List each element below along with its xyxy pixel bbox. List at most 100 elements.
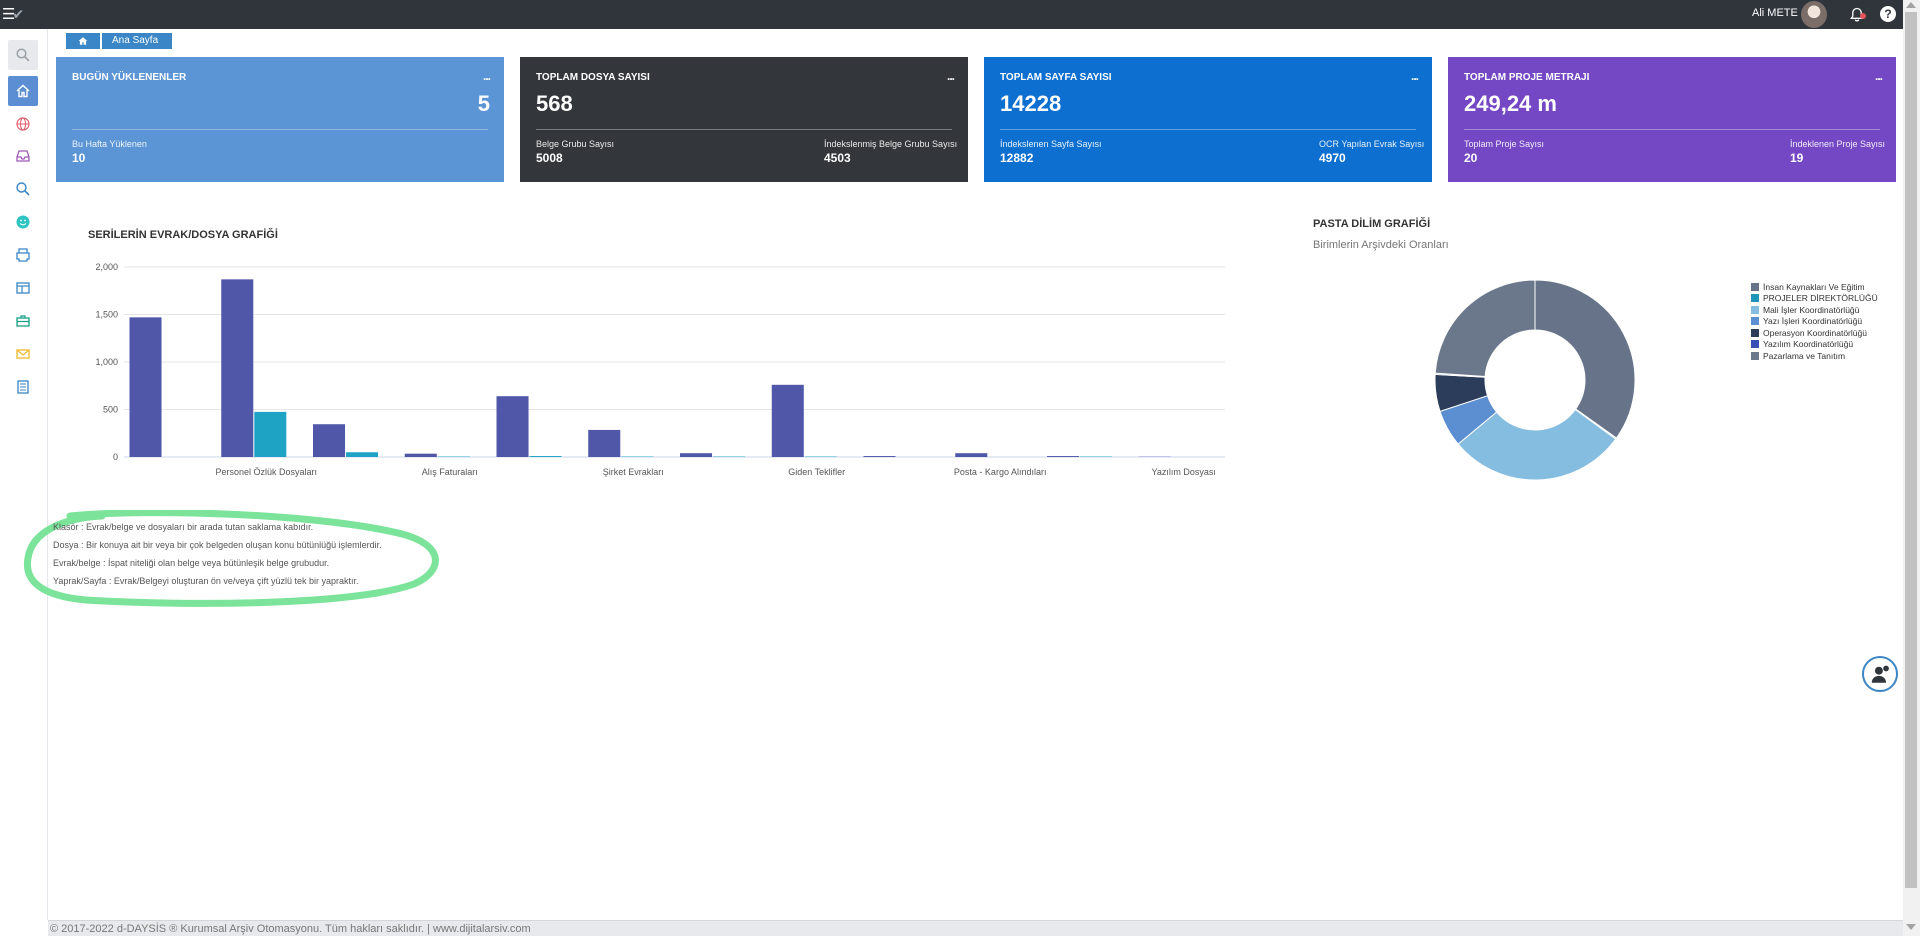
legend-item[interactable]: Pazarlama ve Tanıtım xyxy=(1751,350,1878,362)
bar[interactable] xyxy=(680,453,713,457)
bar[interactable] xyxy=(955,453,988,457)
card-sub-value: 10 xyxy=(72,151,86,165)
x-tick-label: Posta - Kargo Alındıları xyxy=(954,467,1047,477)
card-divider xyxy=(536,129,952,130)
card-divider xyxy=(72,129,488,130)
card-value: 249,24 m xyxy=(1464,91,1557,116)
sidebar-search-icon[interactable] xyxy=(8,40,38,70)
sidebar-list-icon[interactable] xyxy=(8,372,38,402)
sidebar-envelope-icon[interactable] xyxy=(8,339,38,369)
card-sub-label-right: İndekslenmiş Belge Grubu Sayısı xyxy=(824,139,958,149)
pie-chart-subtitle: Birimlerin Arşivdeki Oranları xyxy=(1313,239,1449,251)
legend-swatch xyxy=(1751,317,1759,326)
bar[interactable] xyxy=(254,411,287,457)
card-value: 14228 xyxy=(1000,91,1062,116)
legend-label: Yazı İşleri Koordinatörlüğü xyxy=(1763,316,1863,327)
legend-swatch xyxy=(1751,305,1759,314)
sidebar-printer-icon[interactable] xyxy=(8,240,38,270)
bar[interactable] xyxy=(346,452,379,457)
card-menu-button[interactable]: ... xyxy=(1875,69,1883,83)
legend-item[interactable]: Operasyon Koordinatörlüğü xyxy=(1751,327,1878,339)
user-avatar[interactable] xyxy=(1801,1,1827,28)
bar[interactable] xyxy=(496,396,529,457)
support-agent-icon xyxy=(1871,665,1889,683)
bar[interactable] xyxy=(771,384,804,457)
footer-copyright: © 2017-2022 d-DAYSİS ® Kurumsal Arşiv Ot… xyxy=(50,923,531,935)
sidebar-briefcase-icon[interactable] xyxy=(8,306,38,336)
card-divider xyxy=(1464,129,1880,130)
sidebar-smile-icon[interactable] xyxy=(8,207,38,237)
glossary-item: Yaprak/Sayfa : Evrak/Belgeyi oluşturan ö… xyxy=(53,576,359,586)
y-tick-label: 500 xyxy=(103,405,118,415)
notification-badge xyxy=(1860,13,1866,19)
card-menu-button[interactable]: ... xyxy=(1411,69,1419,83)
bar[interactable] xyxy=(221,279,254,457)
card-title: TOPLAM PROJE METRAJI xyxy=(1464,72,1590,83)
card-title: BUGÜN YÜKLENENLER xyxy=(72,72,187,83)
legend-item[interactable]: PROJELER DİREKTÖRLÜĞÜ xyxy=(1751,293,1878,305)
bar-chart: 0 500 1,000 1,500 2,000 Personel Özlük Dosyal… xyxy=(95,262,1225,477)
legend-item[interactable]: İnsan Kaynakları Ve Eğitim xyxy=(1751,281,1878,293)
card-title: TOPLAM SAYFA SAYISI xyxy=(1000,72,1112,83)
scroll-down-arrow[interactable] xyxy=(1906,924,1916,930)
legend-label: Operasyon Koordinatörlüğü xyxy=(1763,327,1867,338)
stat-card-today-uploads: BUGÜN YÜKLENENLER ... 5 Bu Hafta Yüklene… xyxy=(56,57,504,182)
legend-item[interactable]: Yazılım Koordinatörlüğü xyxy=(1751,339,1878,351)
pie-legend: İnsan Kaynakları Ve Eğitim PROJELER DİREK… xyxy=(1751,281,1878,362)
pie-slice[interactable] xyxy=(1534,279,1636,439)
legend-item[interactable]: Mali İşler Koordinatörlüğü xyxy=(1751,304,1878,316)
card-sub-value: 20 xyxy=(1464,151,1478,165)
y-tick-label: 0 xyxy=(113,452,118,462)
sidebar-inbox-icon[interactable] xyxy=(8,141,38,171)
breadcrumb-home-link[interactable] xyxy=(66,33,100,49)
legend-item[interactable]: Yazı İşleri Koordinatörlüğü xyxy=(1751,316,1878,328)
card-menu-button[interactable]: ... xyxy=(483,69,491,83)
bar[interactable] xyxy=(313,424,346,457)
sidebar-magnifier-icon[interactable] xyxy=(8,174,38,204)
card-value: 5 xyxy=(477,91,490,116)
card-sub-label: Bu Hafta Yüklenen xyxy=(72,139,147,149)
home-icon xyxy=(78,37,88,45)
bar[interactable] xyxy=(529,456,562,457)
bar-chart-title: SERİLERİN EVRAK/DOSYA GRAFİĞİ xyxy=(88,229,278,241)
bar[interactable] xyxy=(404,453,437,457)
sidebar-globe-icon[interactable] xyxy=(8,109,38,139)
card-sub-label: İndekslenen Sayfa Sayısı xyxy=(1000,139,1102,149)
card-sub-label-right: İndeklenen Proje Sayısı xyxy=(1790,139,1886,149)
help-icon[interactable]: ? xyxy=(1880,6,1896,22)
sidebar-layout-icon[interactable] xyxy=(8,273,38,303)
scroll-up-arrow[interactable] xyxy=(1906,2,1916,8)
card-sub-value: 12882 xyxy=(1000,151,1034,165)
support-chat-button[interactable] xyxy=(1862,656,1898,692)
bar[interactable] xyxy=(1047,456,1080,457)
card-value: 568 xyxy=(536,91,573,116)
scrollbar-thumb[interactable] xyxy=(1905,12,1917,888)
menu-toggle-button[interactable]: ☰✔ xyxy=(2,5,28,23)
glossary-item: Klasör : Evrak/belge ve dosyaları bir ar… xyxy=(53,522,314,532)
y-tick-label: 1,000 xyxy=(95,357,118,367)
glossary-item: Evrak/belge : İspat niteliği olan belge … xyxy=(53,558,330,568)
card-sub-value-right: 19 xyxy=(1790,151,1804,165)
pie-slice[interactable] xyxy=(1434,279,1536,378)
card-title: TOPLAM DOSYA SAYISI xyxy=(536,72,650,83)
y-tick-label: 2,000 xyxy=(95,262,118,272)
bar[interactable] xyxy=(588,429,621,457)
logo-check-icon: ✔ xyxy=(12,6,25,22)
stat-card-total-files: TOPLAM DOSYA SAYISI ... 568 Belge Grubu … xyxy=(520,57,968,182)
user-name[interactable]: Ali METE xyxy=(1752,7,1798,19)
bar[interactable] xyxy=(129,317,162,457)
bar[interactable] xyxy=(863,456,896,457)
card-sub-value: 5008 xyxy=(536,151,563,165)
x-tick-label: Personel Özlük Dosyaları xyxy=(215,467,317,477)
x-tick-label: Yazılım Dosyası xyxy=(1152,467,1216,477)
x-tick-label: Giden Teklifler xyxy=(788,467,845,477)
card-menu-button[interactable]: ... xyxy=(947,69,955,83)
card-sub-label: Toplam Proje Sayısı xyxy=(1464,139,1545,149)
card-sub-label-right: OCR Yapılan Evrak Sayısı xyxy=(1319,139,1425,149)
legend-label: Mali İşler Koordinatörlüğü xyxy=(1763,304,1860,315)
glossary-item: Dosya : Bir konuya ait bir veya bir çok … xyxy=(53,540,382,550)
card-sub-value-right: 4503 xyxy=(824,151,851,165)
sidebar-home-icon[interactable] xyxy=(8,76,38,106)
breadcrumb-current[interactable]: Ana Sayfa xyxy=(102,33,173,49)
glossary-list: Klasör : Evrak/belge ve dosyaları bir ar… xyxy=(53,521,382,593)
